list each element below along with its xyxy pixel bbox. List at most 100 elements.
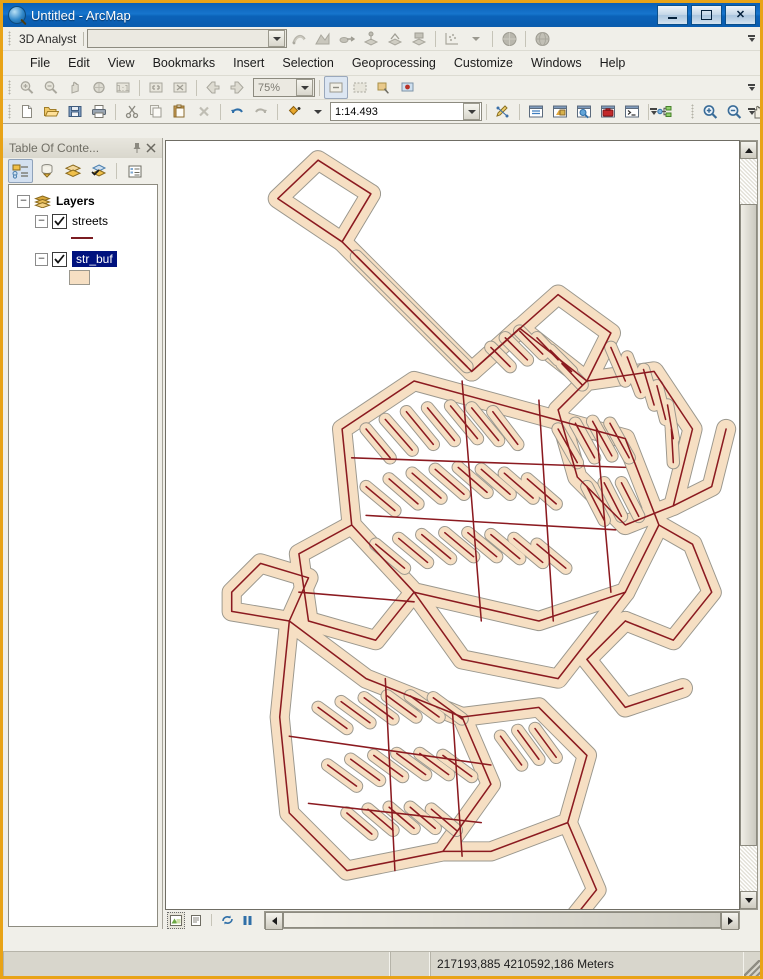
3d-analyst-menu[interactable]: 3D Analyst (15, 32, 80, 46)
toolbar-grip[interactable] (8, 80, 11, 95)
zoom-percent-combo[interactable]: 75% (253, 78, 315, 97)
map-scale-combo[interactable]: 1:14.493 (330, 102, 482, 121)
paste-icon[interactable] (168, 100, 192, 123)
identify-icon[interactable] (396, 76, 420, 99)
toc-options-icon[interactable] (122, 159, 147, 183)
pan-icon[interactable] (63, 76, 87, 99)
menu-edit[interactable]: Edit (59, 53, 99, 73)
scroll-track-lower[interactable] (740, 846, 757, 891)
toc-layer-str-buf[interactable]: − str_buf (9, 249, 157, 269)
catalog-window-icon[interactable] (548, 100, 572, 123)
zoom-in-icon[interactable] (15, 76, 39, 99)
zoom-out-icon[interactable] (39, 76, 63, 99)
expander-icon[interactable]: − (35, 252, 48, 266)
toolbar-grip[interactable] (8, 31, 11, 46)
select-features-icon[interactable] (324, 76, 348, 99)
layer-label[interactable]: str_buf (72, 251, 117, 267)
new-map-icon[interactable] (15, 100, 39, 123)
toolbar-grip[interactable] (8, 104, 11, 119)
toolbar-overflow-button[interactable] (746, 102, 757, 121)
point-set-icon[interactable] (440, 27, 464, 50)
zoom-out-icon[interactable] (722, 100, 746, 123)
next-extent-icon[interactable] (225, 76, 249, 99)
toc-layer-streets[interactable]: − streets (9, 211, 157, 231)
menu-insert[interactable]: Insert (224, 53, 273, 73)
toolbar-overflow-button[interactable] (746, 78, 757, 97)
minimize-button[interactable] (657, 5, 688, 25)
print-icon[interactable] (87, 100, 111, 123)
map-horizontal-scrollbar[interactable] (264, 911, 740, 930)
zoom-to-selection-icon[interactable] (144, 76, 168, 99)
chevron-down-icon[interactable] (306, 100, 330, 123)
line-of-sight-icon[interactable] (335, 27, 359, 50)
3d-analyst-layer-combo[interactable] (87, 29, 288, 48)
toc-layer-tree[interactable]: − Layers − streets − str_buf (8, 184, 158, 927)
zoom-to-layer-icon[interactable] (168, 76, 192, 99)
arcglobe-icon[interactable] (530, 27, 554, 50)
editor-toolbar-icon[interactable] (491, 100, 515, 123)
scroll-thumb[interactable] (740, 204, 757, 846)
surface-icon[interactable] (407, 27, 431, 50)
interpolate-line-icon[interactable] (287, 27, 311, 50)
toc-symbol-streets[interactable] (9, 231, 157, 245)
list-by-source-icon[interactable] (34, 159, 59, 183)
menu-file[interactable]: File (21, 53, 59, 73)
pause-drawing-button[interactable] (238, 912, 256, 929)
layer-visibility-checkbox[interactable] (52, 251, 67, 267)
scroll-down-button[interactable] (740, 891, 757, 909)
menu-selection[interactable]: Selection (273, 53, 342, 73)
close-icon[interactable] (144, 141, 158, 155)
full-extent-icon[interactable] (87, 76, 111, 99)
resize-grip[interactable] (744, 960, 760, 976)
scroll-track-upper[interactable] (740, 159, 757, 204)
menu-customize[interactable]: Customize (445, 53, 522, 73)
line-symbol-swatch[interactable] (71, 237, 93, 239)
save-icon[interactable] (63, 100, 87, 123)
maximize-button[interactable] (691, 5, 722, 25)
undo-icon[interactable] (225, 100, 249, 123)
polygon-symbol-swatch[interactable] (69, 269, 90, 285)
scroll-right-button[interactable] (721, 912, 739, 930)
create-steepest-path-icon[interactable] (383, 27, 407, 50)
menu-geoprocessing[interactable]: Geoprocessing (343, 53, 445, 73)
data-view-button[interactable] (167, 911, 185, 929)
toolbar-overflow-button[interactable] (648, 102, 659, 121)
layout-view-button[interactable] (187, 912, 205, 929)
refresh-view-button[interactable] (218, 912, 236, 929)
scroll-thumb[interactable] (283, 912, 721, 928)
python-window-icon[interactable] (620, 100, 644, 123)
expander-icon[interactable]: − (35, 214, 48, 228)
clear-selection-icon[interactable] (348, 76, 372, 99)
list-by-selection-icon[interactable] (86, 159, 111, 183)
layer-visibility-checkbox[interactable] (52, 213, 67, 229)
map-canvas[interactable] (165, 140, 740, 910)
fixed-zoom-in-icon[interactable]: 1:1 (111, 76, 135, 99)
menu-help[interactable]: Help (591, 53, 635, 73)
table-of-contents-icon[interactable] (524, 100, 548, 123)
pin-icon[interactable] (130, 141, 144, 155)
menu-bookmarks[interactable]: Bookmarks (144, 53, 225, 73)
search-window-icon[interactable] (572, 100, 596, 123)
redo-icon[interactable] (249, 100, 273, 123)
chevron-down-icon[interactable] (296, 79, 313, 96)
chevron-down-icon[interactable] (464, 27, 488, 50)
arcscene-icon[interactable] (497, 27, 521, 50)
map-vertical-scrollbar[interactable] (740, 140, 758, 910)
toolbar-overflow-button[interactable] (746, 29, 757, 48)
create-profile-graph-icon[interactable] (359, 27, 383, 50)
cut-icon[interactable] (120, 100, 144, 123)
zoom-in-icon[interactable] (698, 100, 722, 123)
toc-group-layers[interactable]: − Layers (9, 191, 157, 211)
menu-windows[interactable]: Windows (522, 53, 591, 73)
steepest-path-icon[interactable] (311, 27, 335, 50)
chevron-down-icon[interactable] (463, 103, 480, 120)
list-by-visibility-icon[interactable] (60, 159, 85, 183)
select-elements-icon[interactable] (372, 76, 396, 99)
toolbar-grip[interactable] (691, 104, 694, 119)
add-data-icon[interactable] (282, 100, 306, 123)
delete-icon[interactable] (192, 100, 216, 123)
close-button[interactable]: ✕ (725, 5, 756, 25)
chevron-down-icon[interactable] (268, 30, 286, 47)
scroll-left-button[interactable] (265, 912, 283, 930)
menu-view[interactable]: View (99, 53, 144, 73)
